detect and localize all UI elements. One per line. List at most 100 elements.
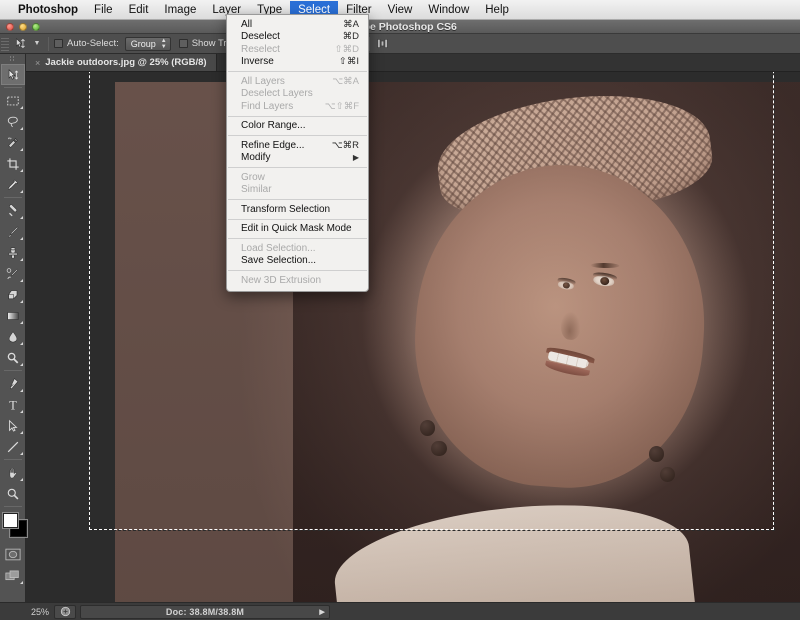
menu-item-all-layers: All Layers ⌥⌘A [227, 75, 368, 88]
tools-panel-grip[interactable]: ∶∶ [0, 54, 25, 64]
rectangular-marquee-tool[interactable] [1, 90, 25, 111]
flyout-triangle-icon[interactable] [19, 237, 23, 240]
flyout-triangle-icon[interactable] [19, 169, 23, 172]
menu-item-shortcut: ⌘A [343, 18, 359, 30]
svg-text:T: T [9, 398, 17, 412]
options-divider-3 [368, 36, 370, 51]
history-brush-tool[interactable] [1, 263, 25, 284]
select-menu-dropdown[interactable]: All ⌘A Deselect ⌘D Reselect ⇧⌘D Inverse … [226, 14, 369, 292]
mini-bridge-icon[interactable] [54, 604, 76, 619]
move-tool[interactable] [0, 64, 25, 85]
menu-item-save-selection[interactable]: Save Selection... [227, 255, 368, 268]
menu-item-color-range[interactable]: Color Range... [227, 120, 368, 133]
hand-tool[interactable] [1, 462, 25, 483]
auto-select-checkbox[interactable] [54, 39, 63, 48]
foreground-color-swatch[interactable] [2, 513, 18, 528]
tool-preset-chevron-icon[interactable]: ▼ [31, 40, 43, 47]
flyout-triangle-icon[interactable] [19, 106, 23, 109]
distribute-horizontal-centers-icon[interactable] [375, 36, 391, 52]
flyout-triangle-icon[interactable] [19, 190, 23, 193]
menu-help[interactable]: Help [477, 1, 517, 19]
flyout-triangle-icon[interactable] [19, 431, 23, 434]
clone-stamp-tool[interactable] [1, 242, 25, 263]
document-tab-jackie[interactable]: × Jackie outdoors.jpg @ 25% (RGB/8) [26, 54, 217, 71]
menu-item-label: Deselect [241, 31, 280, 43]
menu-item-shortcut: ⌥⌘A [332, 75, 359, 87]
color-swatches[interactable] [0, 512, 27, 540]
horizontal-type-tool[interactable]: T [1, 394, 25, 415]
menu-item-deselect[interactable]: Deselect ⌘D [227, 31, 368, 44]
flyout-triangle-icon[interactable] [19, 363, 23, 366]
flyout-triangle-icon[interactable] [19, 258, 23, 261]
auto-select-dropdown[interactable]: Group ▲ ▼ [124, 36, 171, 51]
flyout-triangle-icon[interactable] [19, 452, 23, 455]
quick-selection-tool[interactable] [1, 132, 25, 153]
quick-mask-mode-button[interactable] [1, 544, 25, 565]
menu-separator [228, 238, 367, 239]
menu-item-transform-selection[interactable]: Transform Selection [227, 203, 368, 216]
menu-separator [228, 199, 367, 200]
menu-view[interactable]: View [380, 1, 421, 19]
blur-tool[interactable] [1, 326, 25, 347]
flyout-triangle-icon[interactable] [19, 216, 23, 219]
menu-item-all[interactable]: All ⌘A [227, 18, 368, 31]
gradient-tool[interactable] [1, 305, 25, 326]
menu-photoshop[interactable]: Photoshop [10, 1, 86, 19]
menu-window[interactable]: Window [420, 1, 477, 19]
menu-item-modify[interactable]: Modify ▶ [227, 152, 368, 165]
menu-image[interactable]: Image [156, 1, 204, 19]
flyout-triangle-icon[interactable] [19, 342, 23, 345]
eyedropper-tool[interactable] [1, 174, 25, 195]
eye-right [592, 270, 618, 288]
flyout-triangle-icon[interactable] [19, 410, 23, 413]
path-selection-tool[interactable] [1, 415, 25, 436]
options-bar: ▼ Auto-Select: Group ▲▼ Show Transform C… [0, 34, 800, 54]
line-tool[interactable] [1, 436, 25, 457]
pen-tool[interactable] [1, 373, 25, 394]
move-tool-icon[interactable] [9, 35, 31, 53]
eyebrow [590, 263, 620, 269]
menu-item-grow: Grow [227, 171, 368, 184]
menu-item-edit-in-quick-mask-mode[interactable]: Edit in Quick Mask Mode [227, 223, 368, 236]
flyout-triangle-icon[interactable] [19, 478, 23, 481]
screen-mode-button[interactable] [1, 565, 25, 586]
menu-item-inverse[interactable]: Inverse ⇧⌘I [227, 56, 368, 69]
menu-item-label: Reselect [241, 43, 280, 55]
menu-item-label: Refine Edge... [241, 139, 305, 151]
flyout-triangle-icon[interactable] [19, 148, 23, 151]
menu-item-label: Edit in Quick Mask Mode [241, 223, 352, 235]
flyout-triangle-icon[interactable] [19, 581, 23, 584]
brush-tool[interactable] [1, 221, 25, 242]
menu-item-refine-edge[interactable]: Refine Edge... ⌥⌘R [227, 139, 368, 152]
canvas-area[interactable] [26, 72, 800, 602]
zoom-level-field[interactable]: 25% [0, 607, 54, 617]
menu-item-label: New 3D Extrusion [241, 274, 322, 286]
eraser-tool[interactable] [1, 284, 25, 305]
flyout-triangle-icon[interactable] [19, 279, 23, 282]
spot-healing-brush-tool[interactable] [1, 200, 25, 221]
document-info-field[interactable]: Doc: 38.8M/38.8M ▶ [80, 604, 330, 619]
submenu-arrow-icon: ▶ [352, 153, 359, 163]
zoom-tool[interactable] [1, 483, 25, 504]
show-transform-controls-checkbox[interactable] [178, 39, 188, 48]
flyout-triangle-icon[interactable] [19, 389, 23, 392]
flyout-triangle-icon[interactable] [19, 321, 23, 324]
options-bar-grip[interactable] [1, 34, 9, 53]
close-icon[interactable]: × [35, 58, 40, 68]
document-canvas[interactable] [115, 82, 800, 602]
menu-file[interactable]: File [86, 1, 121, 19]
menu-separator [228, 115, 367, 117]
earring [649, 446, 665, 462]
menu-item-similar: Similar [227, 184, 368, 197]
auto-select-value: Group [130, 38, 156, 49]
crop-tool[interactable] [1, 153, 25, 174]
flyout-triangle-icon[interactable] [19, 127, 23, 130]
document-tabs: × Jackie outdoors.jpg @ 25% (RGB/8) × fa… [26, 54, 800, 72]
menu-edit[interactable]: Edit [121, 1, 157, 19]
flyout-triangle-icon[interactable] [19, 300, 23, 303]
dodge-tool[interactable] [1, 347, 25, 368]
status-bar: 25% Doc: 38.8M/38.8M ▶ [0, 602, 800, 620]
mouth-region [543, 346, 596, 380]
document-info-arrow-icon[interactable]: ▶ [319, 608, 325, 616]
lasso-tool[interactable] [1, 111, 25, 132]
